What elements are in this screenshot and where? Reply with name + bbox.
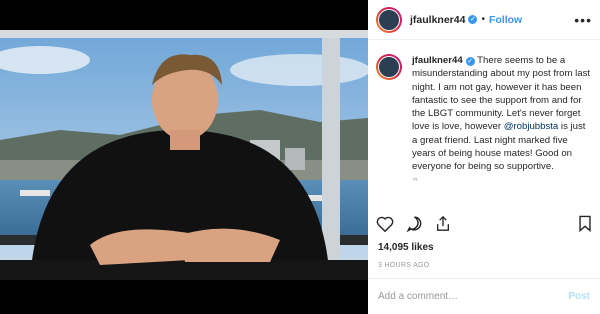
photo-image — [0, 30, 368, 280]
action-bar — [376, 215, 592, 232]
comment-bar: Add a comment… Post — [368, 278, 600, 314]
follow-button[interactable]: Follow — [489, 14, 522, 26]
caption-username[interactable]: jfaulkner44 — [412, 55, 463, 66]
comment-icon[interactable] — [406, 215, 423, 232]
post-side-panel: jfaulkner44 ✓ • Follow ••• jfaulkner44 ✓ … — [368, 0, 600, 314]
avatar[interactable] — [376, 6, 402, 33]
caption-text: jfaulkner44 ✓ There seems to be a misunde… — [412, 54, 592, 174]
truncated-marker: ᵐᴸ — [413, 177, 419, 184]
heart-icon[interactable] — [376, 216, 394, 232]
share-icon[interactable] — [435, 215, 451, 232]
caption-avatar[interactable] — [376, 54, 402, 80]
post-caption: jfaulkner44 ✓ There seems to be a misunde… — [368, 40, 600, 174]
caption-verified-icon: ✓ — [465, 57, 475, 66]
bookmark-icon[interactable] — [578, 215, 592, 232]
separator-dot: • — [481, 14, 485, 25]
mention-link[interactable]: @robjubbsta — [504, 121, 559, 132]
more-options-icon[interactable]: ••• — [574, 12, 592, 28]
comment-input[interactable]: Add a comment… — [378, 291, 458, 302]
post-header: jfaulkner44 ✓ • Follow ••• — [368, 0, 600, 40]
likes-count[interactable]: 14,095 likes — [378, 242, 434, 253]
post-comment-button[interactable]: Post — [568, 291, 590, 302]
header-username[interactable]: jfaulkner44 — [410, 14, 465, 26]
verified-badge-icon: ✓ — [468, 15, 478, 24]
post-photo[interactable] — [0, 0, 368, 314]
instagram-post: jfaulkner44 ✓ • Follow ••• jfaulkner44 ✓ … — [0, 0, 600, 314]
post-timestamp: 3 HOURS AGO — [378, 262, 430, 269]
